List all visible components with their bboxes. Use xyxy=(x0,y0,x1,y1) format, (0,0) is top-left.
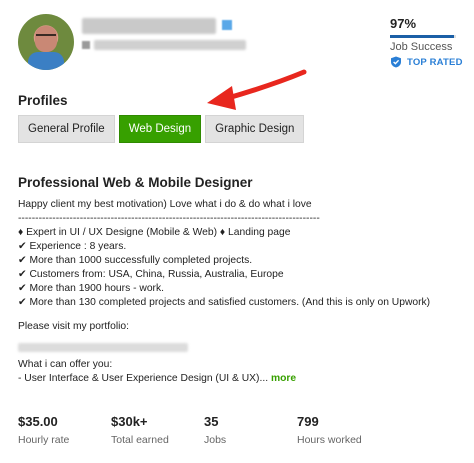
description-line: Happy client my best motivation) Love wh… xyxy=(18,199,312,210)
description-line: ♦ Expert in UI / UX Designe (Mobile & We… xyxy=(18,227,291,238)
stats-row: $35.00 Hourly rate $30k+ Total earned 35… xyxy=(18,414,397,446)
profile-title: Professional Web & Mobile Designer xyxy=(18,175,253,190)
stat-value: $35.00 xyxy=(18,414,58,429)
stat-label: Jobs xyxy=(204,434,227,446)
description-line: ✔ More than 1900 hours - work. xyxy=(18,283,164,294)
portfolio-label: Please visit my portfolio: xyxy=(18,321,130,332)
description-divider: ----------------------------------------… xyxy=(18,213,320,224)
stat-hourly-rate: $35.00 Hourly rate xyxy=(18,414,111,446)
offer-label: What i can offer you: xyxy=(18,359,113,370)
offer-line-wrap: - User Interface & User Experience Desig… xyxy=(18,372,468,386)
profile-description: Happy client my best motivation) Love wh… xyxy=(18,198,468,386)
stat-value: $30k+ xyxy=(111,414,148,429)
stat-value: 35 xyxy=(204,414,219,429)
description-line: ✔ Experience : 8 years. xyxy=(18,241,127,252)
stat-label: Total earned xyxy=(111,434,169,446)
description-line: ✔ Customers from: USA, China, Russia, Au… xyxy=(18,269,284,280)
stat-label: Hours worked xyxy=(297,434,362,446)
more-link[interactable]: more xyxy=(271,373,296,384)
description-line: ✔ More than 130 completed projects and s… xyxy=(18,297,431,308)
stat-value: 799 xyxy=(297,414,319,429)
stat-jobs: 35 Jobs xyxy=(204,414,297,446)
offer-line: - User Interface & User Experience Desig… xyxy=(18,373,269,384)
portfolio-link-redacted[interactable] xyxy=(18,343,188,352)
stat-total-earned: $30k+ Total earned xyxy=(111,414,204,446)
description-line: ✔ More than 1000 successfully completed … xyxy=(18,255,253,266)
stat-hours-worked: 799 Hours worked xyxy=(297,414,397,446)
stat-label: Hourly rate xyxy=(18,434,70,446)
